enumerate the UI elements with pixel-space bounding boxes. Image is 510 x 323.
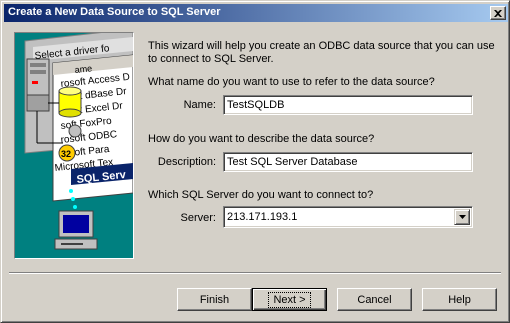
computer-icon xyxy=(54,210,98,250)
name-input[interactable]: TestSQLDB xyxy=(223,95,473,115)
close-button[interactable] xyxy=(490,6,506,20)
cancel-label: Cancel xyxy=(357,293,392,306)
title-bar[interactable]: Create a New Data Source to SQL Server xyxy=(4,4,508,22)
server-label: Server: xyxy=(180,212,216,224)
close-icon xyxy=(494,9,502,17)
graphic-badge: 32 xyxy=(61,149,71,159)
window-title: Create a New Data Source to SQL Server xyxy=(8,6,221,18)
server-value: 213.171.193.1 xyxy=(227,211,298,223)
database-icon xyxy=(58,86,82,118)
description-question: How do you want to describe the data sou… xyxy=(148,133,375,145)
finish-label: Finish xyxy=(199,293,230,306)
wizard-graphic: Select a driver fo ame rosoft Access D o… xyxy=(15,33,133,258)
wizard-dialog: Create a New Data Source to SQL Server S… xyxy=(0,0,510,323)
cancel-button[interactable]: Cancel xyxy=(337,288,412,311)
intro-text: This wizard will help you create an ODBC… xyxy=(148,40,495,65)
server-combobox[interactable]: 213.171.193.1 xyxy=(223,206,473,228)
help-button[interactable]: Help xyxy=(422,288,497,311)
graphic-col-text: ame xyxy=(74,63,92,75)
next-label: Next > xyxy=(268,291,311,308)
wizard-illustration: Select a driver fo ame rosoft Access D o… xyxy=(14,32,134,259)
description-label: Description: xyxy=(157,156,216,168)
description-input[interactable]: Test SQL Server Database xyxy=(223,152,473,172)
server-dropdown-button[interactable] xyxy=(454,209,470,225)
button-separator xyxy=(9,272,501,274)
server-icon xyxy=(26,58,50,112)
next-button[interactable]: Next > xyxy=(252,288,327,311)
server-question: Which SQL Server do you want to connect … xyxy=(148,189,374,201)
help-label: Help xyxy=(448,293,471,306)
finish-button[interactable]: Finish xyxy=(177,288,252,311)
name-question: What name do you want to use to refer to… xyxy=(148,76,435,88)
name-label: Name: xyxy=(183,99,216,111)
dropdown-arrow-icon xyxy=(458,215,466,219)
